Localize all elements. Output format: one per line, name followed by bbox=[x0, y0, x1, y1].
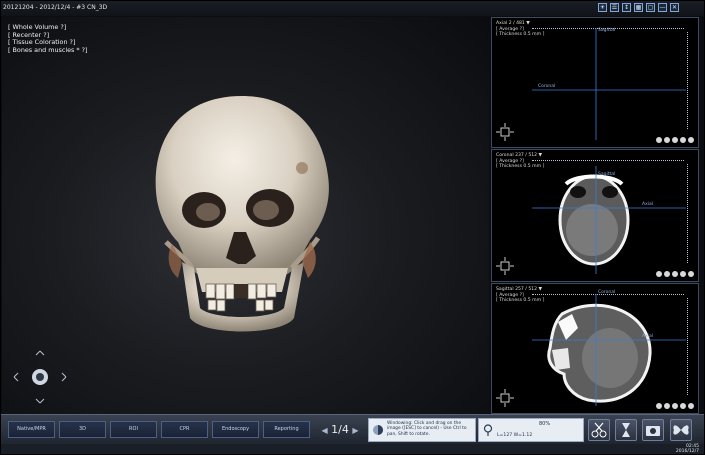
coronal-axial-label: Axial bbox=[642, 202, 653, 207]
coronal-tool-icon[interactable] bbox=[680, 271, 686, 277]
minimize-icon[interactable]: — bbox=[658, 3, 667, 12]
sagittal-axial-label: Axial bbox=[642, 334, 653, 339]
sagittal-coronal-label: Coronal bbox=[598, 290, 616, 295]
coronal-view-panel[interactable]: Coronal 237 / 512 ▼ [ Average ?] [ Thick… bbox=[491, 149, 699, 282]
bones-muscles-option[interactable]: [ Bones and muscles * ?] bbox=[8, 46, 88, 55]
sagittal-view-panel[interactable]: Sagittal 257 / 512 ▼ [ Average ?] [ Thic… bbox=[491, 283, 699, 414]
render-options-menu: [ Whole Volume ?] [ Recenter ?] [ Tissue… bbox=[8, 23, 88, 55]
clock-date: 2016/12/7 bbox=[675, 449, 699, 455]
scissors-icon[interactable] bbox=[588, 419, 610, 441]
menu-icon[interactable]: ☰ bbox=[610, 3, 619, 12]
tab-endoscopy[interactable]: Endoscopy bbox=[212, 421, 259, 438]
navigation-cross[interactable] bbox=[10, 347, 70, 407]
sagittal-tools bbox=[656, 403, 694, 409]
tab-3d[interactable]: 3D bbox=[59, 421, 106, 438]
os-taskbar: 02:45 2016/12/7 bbox=[0, 444, 705, 455]
hint-text: Windowing: Click and drag on the image (… bbox=[387, 421, 467, 437]
sync-icon[interactable]: ↕ bbox=[622, 3, 631, 12]
axial-coronal-label: Coronal bbox=[538, 84, 556, 89]
next-page-icon[interactable]: ▶ bbox=[352, 426, 358, 435]
coronal-tool-icon[interactable] bbox=[664, 271, 670, 277]
zoom-level: 80% bbox=[539, 421, 551, 427]
sagittal-tool-icon[interactable] bbox=[672, 403, 678, 409]
title-bar: 20121204 - 2012/12/4 - #3 CN_3D ☀ ☰ ↕ ▦ … bbox=[0, 0, 705, 16]
axial-crosshair bbox=[532, 28, 686, 140]
coronal-tool-icon[interactable] bbox=[688, 271, 694, 277]
brightness-icon[interactable]: ☀ bbox=[598, 3, 607, 12]
page-indicator[interactable]: ◀ 1/4 ▶ bbox=[318, 419, 362, 441]
tab-native-mpr[interactable]: Native/MPR bbox=[8, 421, 55, 438]
butterfly-icon[interactable] bbox=[670, 419, 692, 441]
sagittal-orientation-icon bbox=[496, 389, 514, 407]
axial-sagittal-label: Sagittal bbox=[598, 28, 616, 33]
page-number: 1/4 bbox=[331, 423, 349, 436]
bottom-toolbar: Native/MPR 3D ROI CPR Endoscopy Reportin… bbox=[0, 414, 705, 444]
window-title: 20121204 - 2012/12/4 - #3 CN_3D bbox=[3, 4, 108, 11]
sagittal-tool-icon[interactable] bbox=[680, 403, 686, 409]
tab-cpr[interactable]: CPR bbox=[161, 421, 208, 438]
axial-tool-icon[interactable] bbox=[688, 137, 694, 143]
skull-render bbox=[155, 96, 329, 332]
sagittal-tool-icon[interactable] bbox=[664, 403, 670, 409]
coronal-sagittal-label: Sagittal bbox=[598, 172, 616, 177]
axial-view-panel[interactable]: Axial 2 / 481 ▼ [ Average ?] [ Thickness… bbox=[491, 17, 699, 148]
sagittal-ct-slice bbox=[532, 294, 686, 406]
tab-reporting[interactable]: Reporting bbox=[263, 421, 310, 438]
tab-roi[interactable]: ROI bbox=[110, 421, 157, 438]
layout-icon[interactable]: ▦ bbox=[634, 3, 643, 12]
axial-orientation-icon bbox=[496, 123, 514, 141]
sagittal-tool-icon[interactable] bbox=[656, 403, 662, 409]
hint-box: Windowing: Click and drag on the image (… bbox=[368, 418, 476, 442]
sagittal-tool-icon[interactable] bbox=[688, 403, 694, 409]
coronal-ct-slice bbox=[532, 166, 686, 274]
hourglass-icon[interactable] bbox=[615, 419, 637, 441]
windowing-icon bbox=[373, 425, 383, 435]
level-width-readout: L=127 W=1.12 bbox=[497, 433, 533, 438]
coronal-tool-icon[interactable] bbox=[656, 271, 662, 277]
camera-icon[interactable] bbox=[642, 419, 664, 441]
coronal-tools bbox=[656, 271, 694, 277]
axial-tool-icon[interactable] bbox=[664, 137, 670, 143]
restore-icon[interactable]: ▢ bbox=[646, 3, 655, 12]
window-level-box: 80% L=127 W=1.12 bbox=[478, 418, 584, 442]
prev-page-icon[interactable]: ◀ bbox=[321, 426, 327, 435]
close-icon[interactable]: ✕ bbox=[670, 3, 679, 12]
volume-render-view[interactable]: [ Whole Volume ?] [ Recenter ?] [ Tissue… bbox=[2, 17, 489, 414]
axial-tool-icon[interactable] bbox=[672, 137, 678, 143]
axial-tool-icon[interactable] bbox=[656, 137, 662, 143]
system-clock: 02:45 2016/12/7 bbox=[676, 444, 699, 454]
window-controls: ☀ ☰ ↕ ▦ ▢ — ✕ bbox=[598, 3, 679, 13]
axial-tools bbox=[656, 137, 694, 143]
axial-tool-icon[interactable] bbox=[680, 137, 686, 143]
coronal-tool-icon[interactable] bbox=[672, 271, 678, 277]
coronal-orientation-icon bbox=[496, 257, 514, 275]
magnifier-icon[interactable] bbox=[483, 424, 493, 436]
